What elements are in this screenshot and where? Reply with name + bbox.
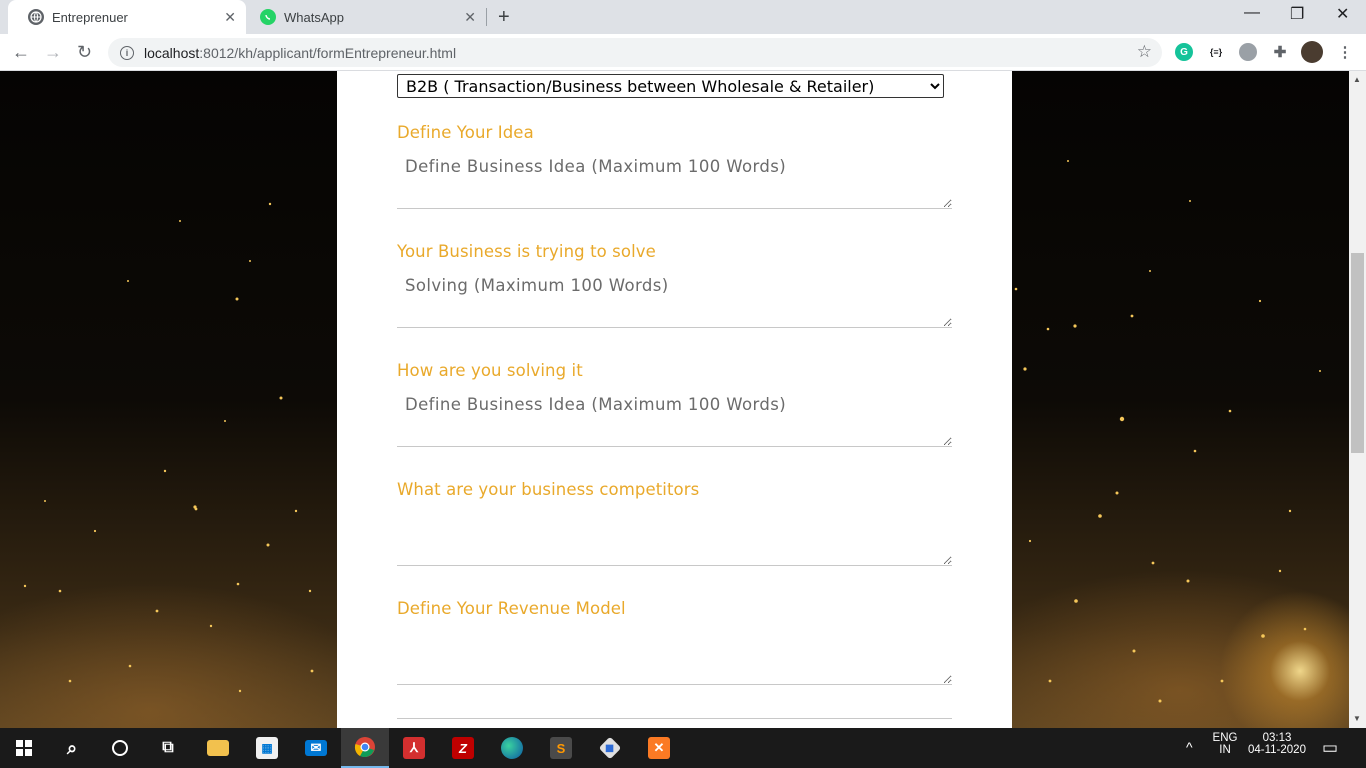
scrollbar-thumb[interactable] bbox=[1351, 253, 1364, 453]
whatsapp-icon bbox=[260, 9, 276, 25]
clock-time: 03:13 bbox=[1262, 732, 1292, 744]
windows-logo-icon bbox=[16, 740, 32, 756]
address-path: :8012/kh/applicant/formEntrepreneur.html bbox=[199, 44, 457, 61]
define-idea-label: Define Your Idea bbox=[397, 123, 534, 142]
minimize-icon[interactable]: — bbox=[1244, 4, 1260, 22]
extension-circle-icon[interactable] bbox=[1239, 43, 1257, 61]
store-icon: ▦ bbox=[256, 737, 278, 759]
xampp-icon: ✕ bbox=[648, 737, 670, 759]
entrepreneur-form: B2B ( Transaction/Business between Whole… bbox=[337, 71, 1012, 728]
close-icon[interactable]: ✕ bbox=[464, 9, 476, 26]
region-code: IN bbox=[1219, 744, 1231, 756]
page-scrollbar[interactable]: ▲ ▼ bbox=[1349, 71, 1366, 728]
filezilla-button[interactable]: Z bbox=[439, 728, 487, 768]
globe-icon bbox=[28, 9, 44, 25]
filezilla-icon: Z bbox=[452, 737, 474, 759]
clock[interactable]: 03:13 04-11-2020 bbox=[1246, 732, 1308, 756]
mail-icon: ✉ bbox=[305, 740, 327, 756]
language-code: ENG bbox=[1212, 732, 1238, 744]
acrobat-button[interactable]: ⅄ bbox=[390, 728, 438, 768]
sublime-button[interactable]: S bbox=[537, 728, 585, 768]
tray-chevron-up-icon[interactable]: ^ bbox=[1186, 739, 1193, 755]
edge-icon bbox=[501, 737, 523, 759]
windows-taskbar: ⌕ ⧉ ▦ ✉ ⅄ Z S ◆ ✕ ^ ENG IN 03:13 04-11-2… bbox=[0, 728, 1366, 768]
competitors-label: What are your business competitors bbox=[397, 480, 700, 499]
profile-avatar[interactable] bbox=[1301, 41, 1323, 63]
cortana-circle-icon bbox=[112, 740, 128, 756]
sublime-icon: S bbox=[550, 737, 572, 759]
revenue-model-textarea[interactable] bbox=[397, 627, 952, 685]
json-extension-icon[interactable]: {≡} bbox=[1207, 43, 1225, 61]
new-tab-icon[interactable]: + bbox=[498, 6, 510, 29]
scroll-up-icon[interactable]: ▲ bbox=[1353, 75, 1361, 84]
info-icon[interactable]: i bbox=[120, 45, 134, 60]
solution-label: How are you solving it bbox=[397, 361, 583, 380]
edge-button[interactable] bbox=[488, 728, 536, 768]
forward-icon[interactable]: → bbox=[44, 42, 62, 63]
clock-date: 04-11-2020 bbox=[1248, 744, 1306, 756]
address-url: localhost:8012/kh/applicant/formEntrepre… bbox=[144, 45, 456, 61]
cortana-button[interactable] bbox=[96, 728, 144, 768]
search-icon: ⌕ bbox=[66, 737, 78, 758]
notifications-icon[interactable]: ▭ bbox=[1322, 738, 1338, 758]
close-icon[interactable]: ✕ bbox=[224, 9, 236, 26]
search-button[interactable]: ⌕ bbox=[48, 728, 96, 768]
star-icon[interactable]: ☆ bbox=[1137, 42, 1152, 62]
tab-whatsapp[interactable]: WhatsApp ✕ bbox=[240, 0, 486, 34]
competitors-textarea[interactable] bbox=[397, 508, 952, 566]
tab-entreprenuer[interactable]: Entreprenuer ✕ bbox=[8, 0, 246, 34]
grammarly-icon[interactable]: G bbox=[1175, 43, 1193, 61]
problem-textarea[interactable] bbox=[397, 270, 952, 328]
chrome-icon bbox=[354, 737, 375, 758]
page-viewport: B2B ( Transaction/Business between Whole… bbox=[0, 71, 1349, 728]
file-explorer-button[interactable] bbox=[194, 728, 242, 768]
scroll-down-icon[interactable]: ▼ bbox=[1353, 714, 1361, 723]
task-view-button[interactable]: ⧉ bbox=[144, 728, 192, 768]
tab-title: WhatsApp bbox=[284, 9, 344, 25]
tab-title: Entreprenuer bbox=[52, 9, 128, 25]
tab-strip: Entreprenuer ✕ WhatsApp ✕ + — ❐ ✕ bbox=[0, 0, 1366, 34]
store-button[interactable]: ▦ bbox=[243, 728, 291, 768]
address-bar[interactable]: i localhost:8012/kh/applicant/formEntrep… bbox=[108, 38, 1162, 67]
git-button[interactable]: ◆ bbox=[586, 728, 634, 768]
browser-toolbar: ← → ↻ i localhost:8012/kh/applicant/form… bbox=[0, 34, 1366, 71]
reload-icon[interactable]: ↻ bbox=[77, 42, 92, 63]
back-icon[interactable]: ← bbox=[12, 42, 30, 63]
solution-textarea[interactable] bbox=[397, 389, 952, 447]
language-indicator[interactable]: ENG IN bbox=[1208, 732, 1242, 756]
next-field-divider bbox=[397, 718, 952, 719]
task-view-icon: ⧉ bbox=[162, 739, 174, 756]
window-close-icon[interactable]: ✕ bbox=[1336, 4, 1349, 24]
define-idea-textarea[interactable] bbox=[397, 151, 952, 209]
git-icon: ◆ bbox=[598, 736, 622, 760]
folder-icon bbox=[207, 740, 229, 756]
menu-icon[interactable]: ⋮ bbox=[1336, 43, 1354, 61]
acrobat-icon: ⅄ bbox=[403, 737, 425, 759]
revenue-model-label: Define Your Revenue Model bbox=[397, 599, 626, 618]
xampp-button[interactable]: ✕ bbox=[635, 728, 683, 768]
start-button[interactable] bbox=[0, 728, 48, 768]
business-category-select[interactable]: B2B ( Transaction/Business between Whole… bbox=[397, 74, 944, 98]
tab-separator bbox=[486, 8, 487, 26]
mail-button[interactable]: ✉ bbox=[292, 728, 340, 768]
chrome-button[interactable] bbox=[341, 728, 389, 768]
problem-label: Your Business is trying to solve bbox=[397, 242, 656, 261]
extensions-puzzle-icon[interactable]: ✚ bbox=[1271, 43, 1289, 61]
address-host: localhost bbox=[144, 44, 200, 61]
restore-icon[interactable]: ❐ bbox=[1290, 4, 1304, 24]
